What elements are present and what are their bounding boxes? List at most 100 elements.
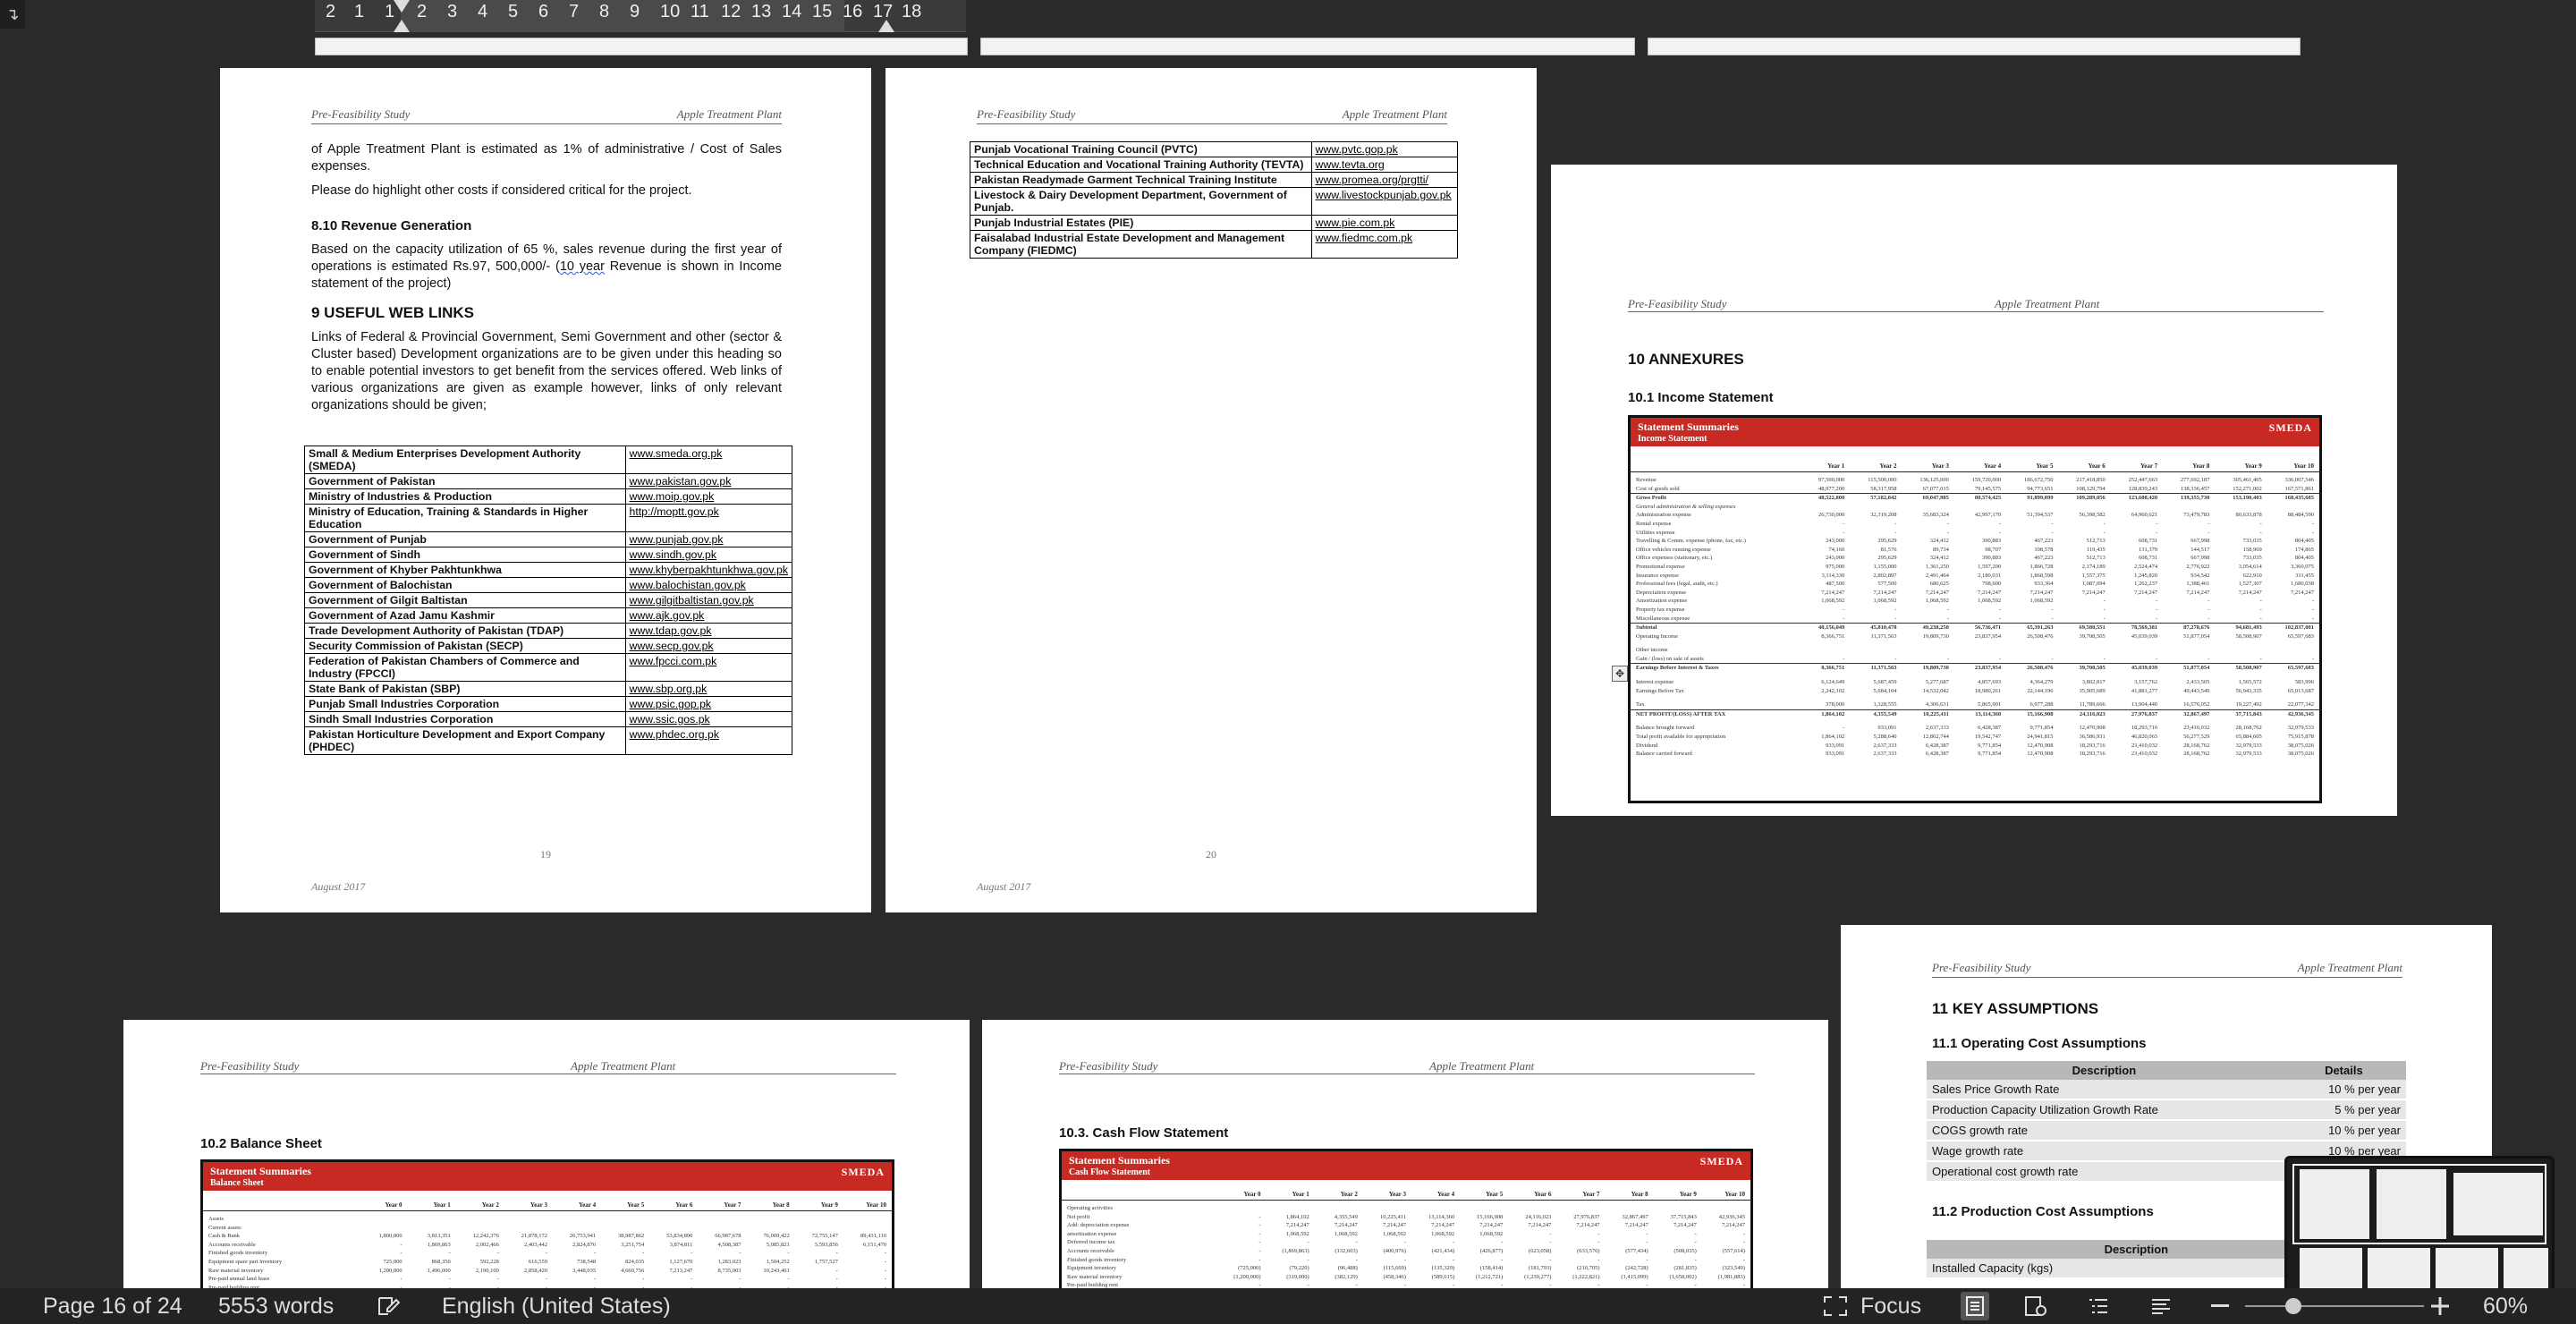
row-value: 27,976,837 (1573, 1213, 1600, 1220)
zoom-in-icon[interactable] (2426, 1292, 2454, 1320)
row-value: 798,600 (1982, 581, 2002, 588)
tab-stop-selector[interactable]: ↴ (0, 0, 25, 29)
cash-flow-table[interactable]: Statement Summaries Cash Flow Statement … (1059, 1149, 1753, 1288)
page-22-balance-sheet[interactable]: Pre-Feasibility Study Apple Treatment Pl… (123, 1020, 970, 1288)
organization-url-link[interactable]: www.livestockpunjab.gov.pk (1310, 187, 1458, 216)
year-column-header: Year 9 (1679, 1191, 1697, 1198)
organization-url-link[interactable]: www.khyberpakhtunkhwa.gov.pk (624, 562, 792, 578)
draft-view-icon[interactable] (2147, 1292, 2175, 1320)
income-statement-sheet[interactable]: Statement Summaries Income Statement SME… (1628, 415, 2322, 803)
row-value: 1,068,592 (1873, 598, 1897, 605)
row-value: - (2155, 615, 2158, 622)
ruler-tick-label: 18 (902, 2, 922, 21)
web-link-row: Government of Sindh www.sindh.gov.pk (304, 547, 792, 563)
organization-url-link[interactable]: www.secp.gov.pk (624, 638, 792, 654)
zoom-slider-thumb[interactable] (2285, 1298, 2301, 1314)
row-value: - (545, 1276, 547, 1283)
row-value: - (2051, 520, 2054, 527)
ruler-tick-label: 11 (691, 2, 709, 21)
focus-icon[interactable] (1821, 1292, 1850, 1320)
organization-url-link[interactable]: www.ajk.gov.pk (624, 607, 792, 624)
row-value: - (1894, 520, 1897, 527)
column-header: Description (1927, 1240, 2346, 1259)
zoom-level[interactable]: 60% (2483, 1294, 2528, 1320)
print-layout-view-icon[interactable] (1961, 1292, 1989, 1320)
row-value: 804,405 (2294, 555, 2315, 562)
word-count[interactable]: 5553 words (218, 1294, 334, 1320)
organization-url-link[interactable]: www.tevta.org (1310, 157, 1458, 173)
ruler-tick-label: 2 (326, 2, 336, 21)
row-value: 5,085,821 (766, 1241, 790, 1248)
organization-url-link[interactable]: www.sindh.gov.pk (624, 547, 792, 563)
page-header-left: Pre-Feasibility Study (1628, 297, 1727, 310)
thumbnail-page[interactable] (2300, 1248, 2362, 1288)
zoom-slider-track[interactable] (2245, 1305, 2424, 1307)
organization-url-link[interactable]: www.promea.org/prgtti/ (1310, 172, 1458, 188)
organization-url-link[interactable]: www.sbp.org.pk (624, 681, 792, 697)
page-19[interactable]: Pre-Feasibility Study Apple Treatment Pl… (220, 68, 871, 912)
row-value (402, 1215, 451, 1224)
page-21-annexures[interactable]: Pre-Feasibility Study Apple Treatment Pl… (1551, 165, 2397, 816)
heading-key-assumptions: 11 KEY ASSUMPTIONS (1932, 1000, 2099, 1017)
row-value: 23,410,032 (2183, 725, 2210, 732)
row-value: 22,144,196 (2027, 687, 2054, 694)
assumption-description: Sales Price Growth Rate (1927, 1080, 2282, 1100)
row-value: 1,866,728 (2029, 563, 2054, 570)
row-value: 7,214,247 (1576, 1222, 1600, 1229)
zoom-out-icon[interactable] (2206, 1292, 2234, 1320)
spelling-flagged-text[interactable]: 10 year (560, 259, 605, 274)
organization-url-link[interactable]: www.moip.gov.pk (624, 488, 792, 505)
horizontal-ruler[interactable]: 2 1 1 2 3 4 5 6 7 8 9 10 11 12 13 14 15 16 17 18 (315, 0, 966, 32)
row-value: 252,447,663 (2128, 477, 2158, 483)
thumbnail-page[interactable] (2436, 1248, 2498, 1288)
organization-url-link[interactable]: www.balochistan.gov.pk (624, 577, 792, 593)
organization-url-link[interactable]: www.fpcci.com.pk (624, 653, 792, 682)
row-value: (426,877) (1479, 1247, 1504, 1254)
row-label: Rental expense (1636, 520, 1672, 527)
right-indent-marker[interactable] (878, 20, 894, 32)
viewport-frame[interactable] (2292, 1164, 2546, 1244)
focus-button[interactable]: Focus (1860, 1294, 1921, 1320)
row-value: 56,277,529 (2183, 734, 2210, 741)
page-header-left: Pre-Feasibility Study (1932, 961, 2031, 974)
organization-url-link[interactable]: www.pvtc.gop.pk (1310, 141, 1458, 157)
organization-url-link[interactable]: www.ssic.gos.pk (624, 711, 792, 727)
row-value: 23,410,032 (2131, 742, 2158, 749)
balance-sheet-table[interactable]: Statement Summaries Balance Sheet SMEDA … (200, 1159, 894, 1288)
row-value: 139,355,730 (2180, 495, 2210, 502)
organization-url-link[interactable]: www.phdec.org.pk (624, 726, 792, 755)
page-indicator[interactable]: Page 16 of 24 (43, 1294, 182, 1320)
outline-view-icon[interactable] (2084, 1292, 2113, 1320)
row-value (451, 1215, 499, 1224)
organization-url-link[interactable]: www.punjab.gov.pk (624, 531, 792, 547)
row-value: 1,864,102 (1821, 710, 1845, 717)
organization-url-link[interactable]: www.tdap.gov.pk (624, 623, 792, 639)
page-23-cash-flow[interactable]: Pre-Feasibility Study Apple Treatment Pl… (982, 1020, 1828, 1288)
proofing-icon[interactable] (374, 1292, 402, 1320)
row-value: 167,571,861 (2284, 485, 2315, 492)
row-value: 7,214,247 (1721, 1222, 1745, 1229)
language-indicator[interactable]: English (United States) (442, 1294, 671, 1320)
page-thumbnail-navigator[interactable] (2284, 1156, 2555, 1288)
organization-url-link[interactable]: www.gilgitbaltistan.gov.pk (624, 592, 792, 608)
row-value: 109,289,056 (2076, 495, 2106, 502)
organization-url-link[interactable]: www.smeda.org.pk (624, 446, 792, 474)
first-line-indent-marker[interactable] (394, 0, 410, 13)
organization-url-link[interactable]: www.fiedmc.com.pk (1310, 230, 1458, 259)
row-value (1844, 646, 1896, 655)
page-20[interactable]: Pre-Feasibility Study Apple Treatment Pl… (886, 68, 1537, 912)
thumbnail-page[interactable] (2368, 1248, 2430, 1288)
organization-url-link[interactable]: http://moptt.gov.pk (624, 504, 792, 532)
table-move-handle-icon[interactable]: ✥ (1612, 666, 1628, 682)
thumbnail-page[interactable] (2504, 1248, 2548, 1288)
header-area-strip (980, 38, 1635, 55)
row-value: 42,997,170 (1974, 512, 2002, 519)
heading-balance-sheet: 10.2 Balance Sheet (200, 1136, 322, 1151)
organization-url-link[interactable]: www.pie.com.pk (1310, 215, 1458, 231)
page-header-right: Apple Treatment Plant (571, 1059, 676, 1073)
organization-url-link[interactable]: www.pakistan.gov.pk (624, 473, 792, 489)
organization-url-link[interactable]: www.psic.gop.pk (624, 696, 792, 712)
web-layout-view-icon[interactable] (2021, 1292, 2050, 1320)
document-canvas[interactable]: ↴ 2 1 1 2 3 4 5 6 7 8 9 10 11 12 13 14 15 16 17 18 Pre-Feas… (0, 0, 2576, 1288)
left-indent-marker[interactable] (394, 20, 410, 32)
